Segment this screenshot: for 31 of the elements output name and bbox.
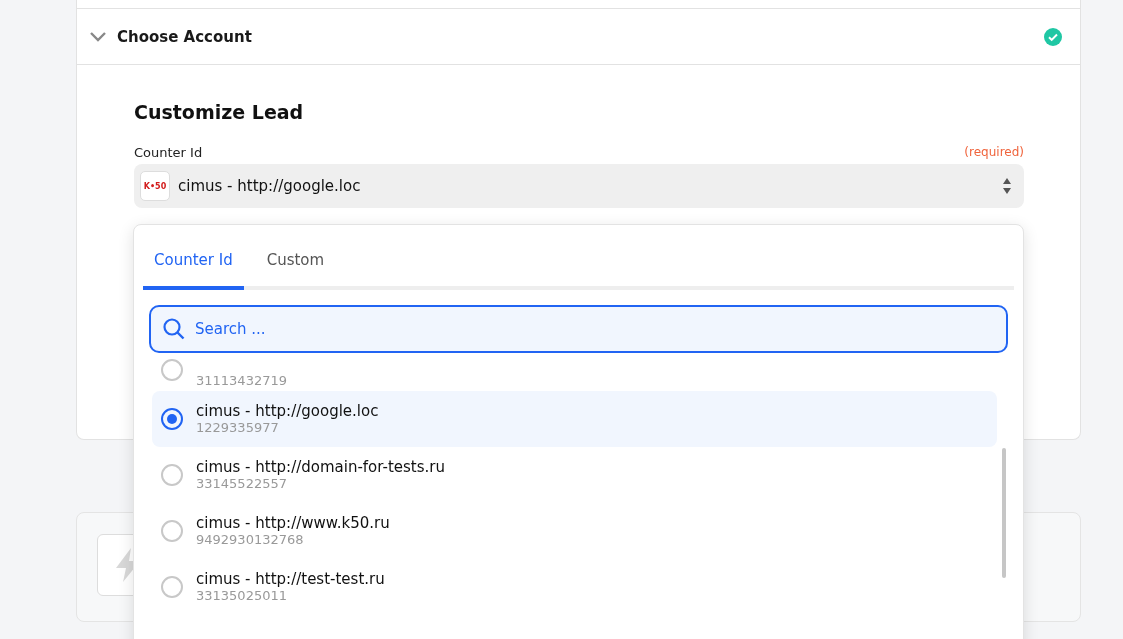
option-name: cimus - http://www.k50.ru	[196, 514, 390, 532]
radio-button[interactable]	[161, 464, 183, 486]
field-label: Counter Id	[134, 145, 203, 160]
section-title: Choose Account	[117, 27, 253, 46]
option-id: 33145522557	[196, 476, 288, 492]
option-name: cimus - http://google.loc	[196, 402, 379, 420]
tab[interactable]: Counter Id	[143, 225, 244, 290]
form-title: Customize Lead	[134, 101, 305, 123]
radio-button[interactable]	[161, 408, 183, 430]
option-row[interactable]: cimus - http://test-test.ru 33135025011	[152, 559, 997, 615]
radio-button[interactable]	[161, 359, 183, 381]
option-row[interactable]: cimus - http://google.loc 1229335977	[152, 391, 997, 447]
sort-arrows-icon	[1002, 177, 1012, 195]
option-id: 9492930132768	[196, 532, 305, 548]
search-field[interactable]: Search ...	[149, 305, 1008, 353]
option-id: 1229335977	[196, 420, 280, 436]
option-id: 31113432719	[196, 373, 287, 389]
chevron-down-icon[interactable]	[89, 30, 107, 43]
radio-button[interactable]	[161, 520, 183, 542]
option-name: cimus - http://domain-for-tests.ru	[196, 458, 445, 476]
tab[interactable]: Custom	[255, 225, 336, 290]
option-row[interactable]: cimus - http://domain-for-tests.ru 33145522557	[152, 447, 997, 503]
counter-select[interactable]: K•50 cimus - http://google.loc	[134, 164, 1024, 208]
option-name: cimus - http://test-test.ru	[196, 570, 385, 588]
logo-icon: K•50	[140, 171, 170, 201]
search-icon	[163, 318, 185, 340]
required-note: (required)	[964, 145, 1024, 160]
radio-button[interactable]	[161, 576, 183, 598]
option-row[interactable]: cimus - http://www.k50.ru 9492930132768	[152, 503, 997, 559]
scrollbar[interactable]	[1002, 448, 1006, 578]
option-id: 33135025011	[196, 588, 288, 604]
